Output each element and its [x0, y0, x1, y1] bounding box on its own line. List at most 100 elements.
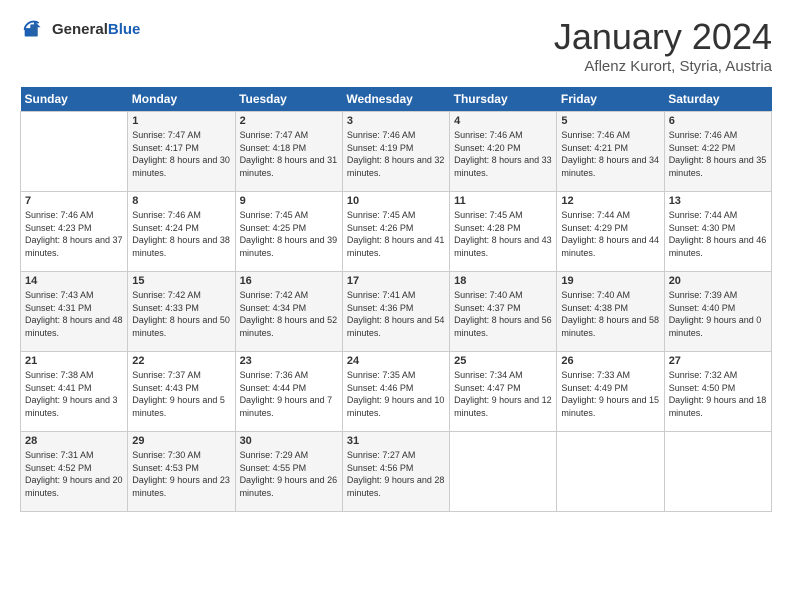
calendar-cell: 27 Sunrise: 7:32 AMSunset: 4:50 PMDayligh… [664, 352, 771, 432]
weekday-header-tuesday: Tuesday [235, 87, 342, 112]
calendar-cell: 23Sunrise: 7:36 AMSunset: 4:44 PMDayligh… [235, 352, 342, 432]
logo-text: GeneralBlue [52, 22, 140, 39]
day-number: 19 [561, 275, 659, 287]
day-info: Sunrise: 7:47 AMSunset: 4:17 PMDaylight:… [132, 129, 230, 179]
calendar-cell: 22Sunrise: 7:37 AMSunset: 4:43 PMDayligh… [128, 352, 235, 432]
day-number: 3 [347, 115, 445, 127]
day-info: Sunrise: 7:44 AMSunset: 4:29 PMDaylight:… [561, 209, 659, 259]
day-number: 26 [561, 355, 659, 367]
calendar-table: SundayMondayTuesdayWednesdayThursdayFrid… [20, 87, 772, 512]
day-number: 9 [240, 195, 338, 207]
calendar-cell: 30 Sunrise: 7:29 AMSunset: 4:55 PMDayligh… [235, 432, 342, 512]
day-number: 14 [25, 275, 123, 287]
day-info: Sunrise: 7:32 AMSunset: 4:50 PMDaylight:… [669, 369, 767, 419]
day-info: Sunrise: 7:47 AMSunset: 4:18 PMDaylight:… [240, 129, 338, 179]
calendar-cell: 4Sunrise: 7:46 AMSunset: 4:20 PMDaylight… [450, 112, 557, 192]
day-info: Sunrise: 7:45 AMSunset: 4:28 PMDaylight:… [454, 209, 552, 259]
day-number: 29 [132, 435, 230, 447]
day-info: Sunrise: 7:30 AMSunset: 4:53 PMDaylight:… [132, 449, 230, 499]
calendar-cell: 19 Sunrise: 7:40 AMSunset: 4:38 PMDayligh… [557, 272, 664, 352]
calendar-cell: 14 Sunrise: 7:43 AMSunset: 4:31 PMDayligh… [21, 272, 128, 352]
page-container: GeneralBlue January 2024 Aflenz Kurort, … [0, 0, 792, 522]
calendar-cell: 29 Sunrise: 7:30 AMSunset: 4:53 PMDayligh… [128, 432, 235, 512]
calendar-cell [664, 432, 771, 512]
calendar-cell: 3 Sunrise: 7:46 AMSunset: 4:19 PMDaylight… [342, 112, 449, 192]
day-number: 27 [669, 355, 767, 367]
logo-icon [20, 16, 48, 44]
day-info: Sunrise: 7:40 AMSunset: 4:37 PMDaylight:… [454, 289, 552, 339]
weekday-header-saturday: Saturday [664, 87, 771, 112]
day-info: Sunrise: 7:40 AMSunset: 4:38 PMDaylight:… [561, 289, 659, 339]
day-number: 2 [240, 115, 338, 127]
day-info: Sunrise: 7:41 AMSunset: 4:36 PMDaylight:… [347, 289, 445, 339]
weekday-header-wednesday: Wednesday [342, 87, 449, 112]
calendar-cell: 31Sunrise: 7:27 AMSunset: 4:56 PMDayligh… [342, 432, 449, 512]
month-title: January 2024 [554, 16, 772, 58]
calendar-cell [21, 112, 128, 192]
calendar-week-row-4: 21 Sunrise: 7:38 AMSunset: 4:41 PMDayligh… [21, 352, 772, 432]
day-number: 10 [347, 195, 445, 207]
day-number: 12 [561, 195, 659, 207]
day-info: Sunrise: 7:43 AMSunset: 4:31 PMDaylight:… [25, 289, 123, 339]
day-info: Sunrise: 7:38 AMSunset: 4:41 PMDaylight:… [25, 369, 123, 419]
day-number: 13 [669, 195, 767, 207]
day-info: Sunrise: 7:46 AMSunset: 4:19 PMDaylight:… [347, 129, 445, 179]
day-info: Sunrise: 7:42 AMSunset: 4:34 PMDaylight:… [240, 289, 338, 339]
calendar-week-row-3: 14 Sunrise: 7:43 AMSunset: 4:31 PMDayligh… [21, 272, 772, 352]
day-number: 7 [25, 195, 123, 207]
day-info: Sunrise: 7:46 AMSunset: 4:23 PMDaylight:… [25, 209, 123, 259]
day-number: 16 [240, 275, 338, 287]
calendar-cell: 16 Sunrise: 7:42 AMSunset: 4:34 PMDayligh… [235, 272, 342, 352]
day-number: 8 [132, 195, 230, 207]
day-number: 5 [561, 115, 659, 127]
calendar-cell: 12 Sunrise: 7:44 AMSunset: 4:29 PMDayligh… [557, 192, 664, 272]
day-info: Sunrise: 7:42 AMSunset: 4:33 PMDaylight:… [132, 289, 230, 339]
day-info: Sunrise: 7:45 AMSunset: 4:26 PMDaylight:… [347, 209, 445, 259]
calendar-cell: 5 Sunrise: 7:46 AMSunset: 4:21 PMDaylight… [557, 112, 664, 192]
day-info: Sunrise: 7:44 AMSunset: 4:30 PMDaylight:… [669, 209, 767, 259]
day-info: Sunrise: 7:46 AMSunset: 4:22 PMDaylight:… [669, 129, 767, 179]
calendar-cell: 15Sunrise: 7:42 AMSunset: 4:33 PMDayligh… [128, 272, 235, 352]
calendar-cell: 11Sunrise: 7:45 AMSunset: 4:28 PMDayligh… [450, 192, 557, 272]
weekday-header-sunday: Sunday [21, 87, 128, 112]
logo-blue: Blue [108, 21, 141, 38]
calendar-week-row-1: 1 Sunrise: 7:47 AMSunset: 4:17 PMDaylight… [21, 112, 772, 192]
day-number: 25 [454, 355, 552, 367]
calendar-week-row-5: 28Sunrise: 7:31 AMSunset: 4:52 PMDayligh… [21, 432, 772, 512]
calendar-cell: 13 Sunrise: 7:44 AMSunset: 4:30 PMDayligh… [664, 192, 771, 272]
page-header: GeneralBlue January 2024 Aflenz Kurort, … [20, 16, 772, 75]
calendar-cell: 8Sunrise: 7:46 AMSunset: 4:24 PMDaylight… [128, 192, 235, 272]
calendar-cell: 25Sunrise: 7:34 AMSunset: 4:47 PMDayligh… [450, 352, 557, 432]
day-info: Sunrise: 7:45 AMSunset: 4:25 PMDaylight:… [240, 209, 338, 259]
calendar-cell: 1 Sunrise: 7:47 AMSunset: 4:17 PMDaylight… [128, 112, 235, 192]
day-number: 1 [132, 115, 230, 127]
calendar-cell: 10 Sunrise: 7:45 AMSunset: 4:26 PMDayligh… [342, 192, 449, 272]
logo: GeneralBlue [20, 16, 140, 44]
weekday-header-monday: Monday [128, 87, 235, 112]
calendar-cell: 6 Sunrise: 7:46 AMSunset: 4:22 PMDaylight… [664, 112, 771, 192]
calendar-cell: 26 Sunrise: 7:33 AMSunset: 4:49 PMDayligh… [557, 352, 664, 432]
logo-general: General [52, 21, 108, 38]
day-info: Sunrise: 7:46 AMSunset: 4:20 PMDaylight:… [454, 129, 552, 179]
weekday-header-friday: Friday [557, 87, 664, 112]
calendar-cell [450, 432, 557, 512]
day-info: Sunrise: 7:36 AMSunset: 4:44 PMDaylight:… [240, 369, 338, 419]
day-info: Sunrise: 7:37 AMSunset: 4:43 PMDaylight:… [132, 369, 230, 419]
day-info: Sunrise: 7:33 AMSunset: 4:49 PMDaylight:… [561, 369, 659, 419]
day-info: Sunrise: 7:46 AMSunset: 4:21 PMDaylight:… [561, 129, 659, 179]
day-number: 30 [240, 435, 338, 447]
day-info: Sunrise: 7:29 AMSunset: 4:55 PMDaylight:… [240, 449, 338, 499]
day-number: 18 [454, 275, 552, 287]
calendar-cell: 20Sunrise: 7:39 AMSunset: 4:40 PMDayligh… [664, 272, 771, 352]
day-number: 21 [25, 355, 123, 367]
day-number: 20 [669, 275, 767, 287]
calendar-cell: 18 Sunrise: 7:40 AMSunset: 4:37 PMDayligh… [450, 272, 557, 352]
calendar-cell: 7 Sunrise: 7:46 AMSunset: 4:23 PMDaylight… [21, 192, 128, 272]
day-info: Sunrise: 7:27 AMSunset: 4:56 PMDaylight:… [347, 449, 445, 499]
calendar-cell: 24Sunrise: 7:35 AMSunset: 4:46 PMDayligh… [342, 352, 449, 432]
calendar-cell: 9 Sunrise: 7:45 AMSunset: 4:25 PMDaylight… [235, 192, 342, 272]
location: Aflenz Kurort, Styria, Austria [554, 58, 772, 75]
day-number: 6 [669, 115, 767, 127]
title-block: January 2024 Aflenz Kurort, Styria, Aust… [554, 16, 772, 75]
weekday-header-thursday: Thursday [450, 87, 557, 112]
